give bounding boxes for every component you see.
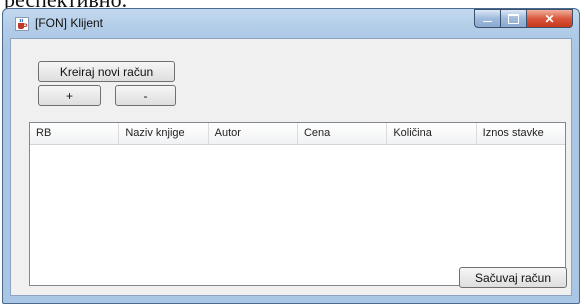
column-header[interactable]: Autor	[209, 123, 298, 144]
column-header[interactable]: Naziv knjige	[119, 123, 209, 144]
column-header[interactable]: Iznos stavke	[477, 123, 565, 144]
column-header[interactable]: Cena	[298, 123, 388, 144]
remove-item-button[interactable]: -	[115, 85, 176, 106]
content-panel: Kreiraj novi račun + - RB Naziv knjige Aut…	[10, 38, 572, 296]
save-invoice-button[interactable]: Sačuvaj račun	[459, 267, 567, 288]
close-icon: ✕	[544, 11, 555, 26]
close-button[interactable]: ✕	[527, 9, 573, 28]
window-controls: — ✕	[474, 9, 573, 29]
new-invoice-button[interactable]: Kreiraj novi račun	[38, 61, 175, 82]
table-header: RB Naziv knjige Autor Cena Količina Iznos sta…	[30, 123, 565, 145]
title-bar[interactable]: [FON] Klijent — ✕	[3, 9, 579, 37]
app-window: [FON] Klijent — ✕ Kreiraj novi račun + -…	[2, 8, 580, 304]
add-item-button[interactable]: +	[38, 85, 101, 106]
table-body[interactable]	[30, 145, 565, 285]
maximize-icon	[508, 13, 519, 24]
window-title: [FON] Klijent	[35, 16, 104, 30]
column-header[interactable]: RB	[30, 123, 120, 144]
column-header[interactable]: Količina	[387, 123, 477, 144]
minimize-button[interactable]: —	[474, 9, 501, 28]
minimize-icon: —	[483, 16, 492, 26]
maximize-button[interactable]	[501, 9, 527, 28]
invoice-items-table[interactable]: RB Naziv knjige Autor Cena Količina Iznos sta…	[29, 122, 566, 286]
java-coffee-cup-icon	[15, 17, 29, 31]
